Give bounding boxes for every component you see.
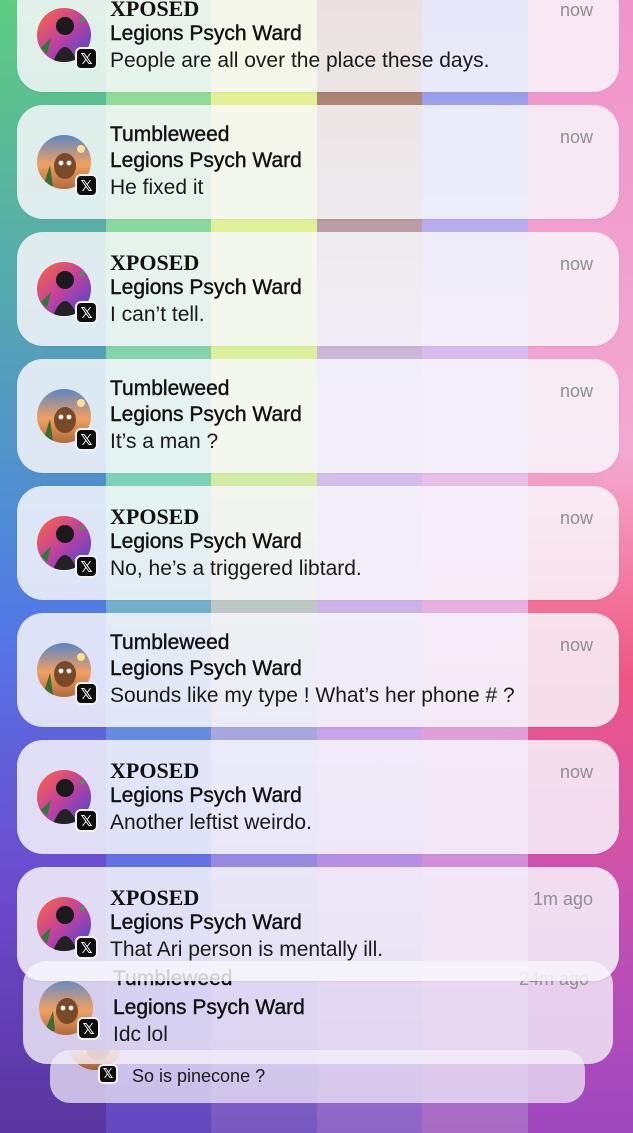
notification-time: now	[559, 127, 593, 147]
notification-group: Legions Psych Ward	[110, 911, 302, 934]
notification-message: No, he’s a triggered libtard.	[110, 557, 362, 580]
notification-group: Legions Psych Ward	[110, 403, 302, 426]
notification-card-5[interactable]: 𝕏 XPOSED Legions Psych Ward No, he’s a t…	[17, 486, 619, 600]
notification-message: Sounds like my type ! What’s her phone #…	[110, 684, 515, 707]
notification-card-2[interactable]: 𝕏 Tumbleweed Legions Psych Ward He fixed…	[17, 105, 619, 219]
notification-group: Legions Psych Ward	[113, 996, 305, 1019]
x-logo-icon: 𝕏	[75, 174, 98, 197]
x-logo-icon: 𝕏	[75, 682, 98, 705]
notification-group: Legions Psych Ward	[110, 657, 302, 680]
notification-message: He fixed it	[110, 176, 204, 199]
notification-time: now	[559, 0, 593, 20]
notification-message: It’s a man ?	[110, 430, 219, 453]
notification-sender: XPOSED	[110, 504, 200, 529]
notification-sender: XPOSED	[110, 250, 200, 275]
x-logo-icon: 𝕏	[77, 1017, 100, 1040]
x-logo-icon: 𝕏	[75, 936, 98, 959]
notification-card-1[interactable]: 𝕏 XPOSED Legions Psych Ward People are a…	[17, 0, 619, 92]
x-logo-icon: 𝕏	[75, 47, 98, 70]
notification-message: People are all over the place these days…	[110, 49, 490, 72]
notification-card-6[interactable]: 𝕏 Tumbleweed Legions Psych Ward Sounds l…	[17, 613, 619, 727]
notification-group: Legions Psych Ward	[110, 22, 302, 45]
notification-group: Legions Psych Ward	[110, 149, 302, 172]
notification-card-7[interactable]: 𝕏 XPOSED Legions Psych Ward Another left…	[17, 740, 619, 854]
notification-sender: XPOSED	[110, 0, 200, 21]
notification-time: now	[559, 381, 593, 401]
notification-message: Idc lol	[113, 1023, 168, 1046]
notification-time: now	[559, 254, 593, 274]
x-logo-icon: 𝕏	[98, 1064, 118, 1084]
notification-time: now	[559, 762, 593, 782]
notification-message: I can’t tell.	[110, 303, 205, 326]
notification-group: Legions Psych Ward	[110, 530, 302, 553]
notification-sender: XPOSED	[110, 758, 200, 783]
notification-time: now	[559, 635, 593, 655]
notification-card-4[interactable]: 𝕏 Tumbleweed Legions Psych Ward It’s a m…	[17, 359, 619, 473]
x-logo-icon: 𝕏	[75, 428, 98, 451]
notification-message: So is pinecone ?	[132, 1066, 266, 1086]
notification-sender: Tumbleweed	[110, 377, 230, 400]
notification-message: That Ari person is mentally ill.	[110, 938, 384, 961]
notification-sender: Tumbleweed	[110, 631, 230, 654]
notification-group: Legions Psych Ward	[110, 784, 302, 807]
notification-time: 1m ago	[532, 889, 593, 909]
x-logo-icon: 𝕏	[75, 301, 98, 324]
notification-card-3[interactable]: 𝕏 XPOSED Legions Psych Ward I can’t tell…	[17, 232, 619, 346]
notification-sender: Tumbleweed	[110, 123, 230, 146]
x-logo-icon: 𝕏	[75, 555, 98, 578]
notification-time: now	[559, 508, 593, 528]
notification-sender: XPOSED	[110, 885, 200, 910]
notification-message: Another leftist weirdo.	[110, 811, 312, 834]
notification-card-8[interactable]: 𝕏 XPOSED Legions Psych Ward That Ari per…	[17, 867, 619, 981]
notification-group: Legions Psych Ward	[110, 276, 302, 299]
x-logo-icon: 𝕏	[75, 809, 98, 832]
